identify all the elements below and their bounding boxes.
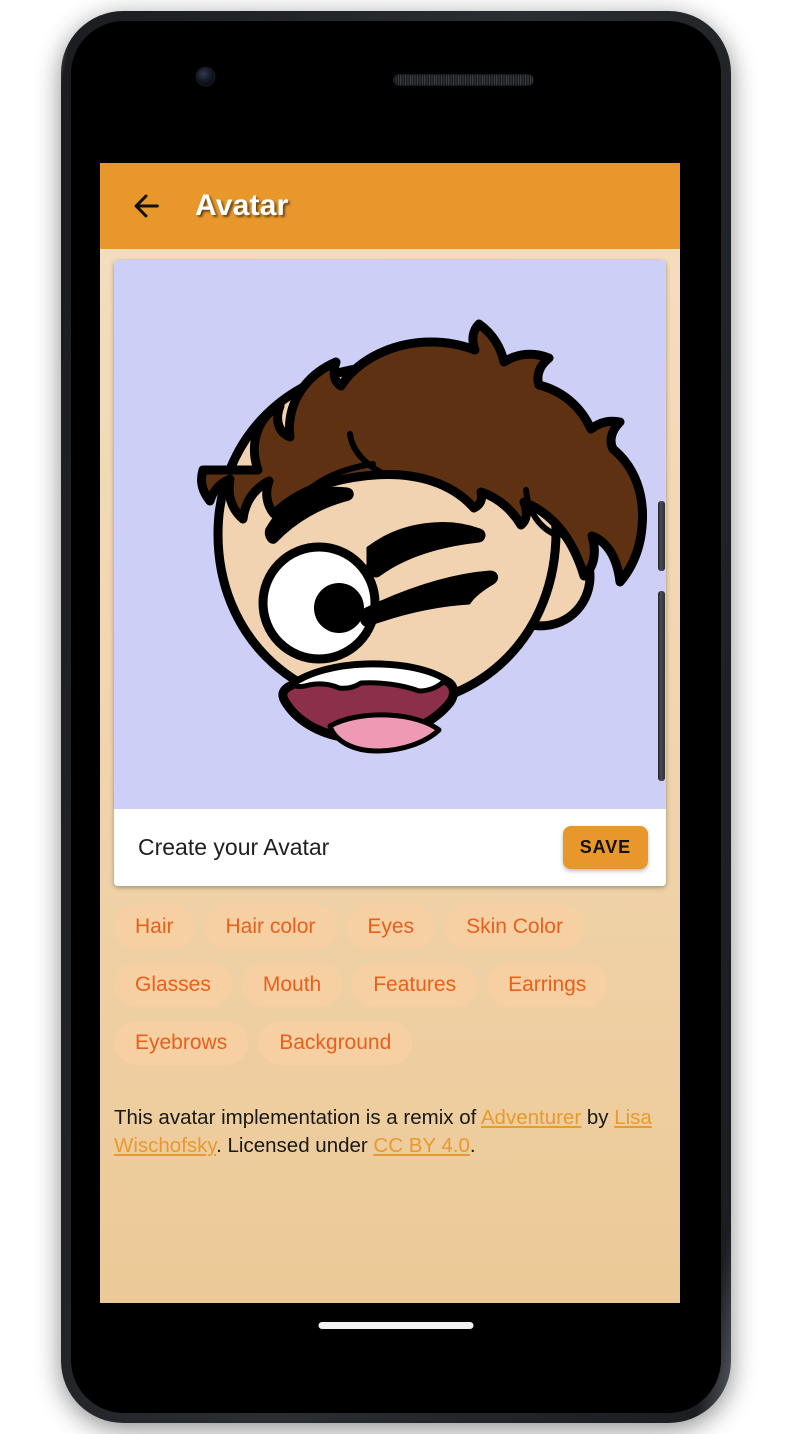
adventurer-link[interactable]: Adventurer	[481, 1106, 581, 1129]
license-link[interactable]: CC BY 4.0	[373, 1134, 469, 1157]
attribution-part-1: This avatar implementation is a remix of	[114, 1106, 481, 1129]
app-screen: Avatar Create your Avatar SAVE Hair Hair…	[100, 163, 680, 1303]
chip-features[interactable]: Features	[352, 963, 478, 1008]
phone-device-frame: Avatar Create your Avatar SAVE Hair Hair…	[61, 11, 731, 1423]
card-title: Create your Avatar	[138, 834, 330, 860]
save-button[interactable]: SAVE	[562, 826, 648, 869]
power-button[interactable]	[658, 501, 665, 571]
front-camera-icon	[197, 68, 214, 85]
chip-eyes[interactable]: Eyes	[346, 905, 436, 950]
chip-earrings[interactable]: Earrings	[487, 963, 608, 1008]
page-title: Avatar	[195, 189, 289, 222]
chip-glasses[interactable]: Glasses	[114, 963, 232, 1008]
content-area: Create your Avatar SAVE Hair Hair color …	[100, 249, 680, 1303]
earpiece-speaker-icon	[393, 74, 534, 86]
chip-mouth[interactable]: Mouth	[241, 963, 343, 1008]
chip-skin-color[interactable]: Skin Color	[445, 905, 584, 950]
home-gesture-indicator[interactable]	[318, 1322, 474, 1329]
attribution-text: This avatar implementation is a remix of…	[114, 1104, 654, 1161]
app-bar: Avatar	[100, 163, 680, 249]
attribution-part-3: . Licensed under	[216, 1134, 374, 1158]
customization-chip-group: Hair Hair color Eyes Skin Color Glasses …	[114, 905, 670, 1066]
back-arrow-icon[interactable]	[126, 186, 166, 226]
phone-screen-bezel: Avatar Create your Avatar SAVE Hair Hair…	[71, 21, 721, 1413]
avatar-card: Create your Avatar SAVE	[114, 260, 666, 886]
chip-hair[interactable]: Hair	[114, 905, 195, 950]
attribution-part-4: .	[469, 1134, 476, 1158]
chip-eyebrows[interactable]: Eyebrows	[114, 1021, 249, 1066]
volume-button[interactable]	[658, 591, 665, 781]
avatar-card-footer: Create your Avatar SAVE	[114, 809, 666, 886]
chip-hair-color[interactable]: Hair color	[204, 905, 337, 950]
attribution-part-2: by	[581, 1106, 615, 1129]
avatar-preview[interactable]	[114, 260, 666, 809]
chip-background[interactable]: Background	[258, 1021, 413, 1066]
